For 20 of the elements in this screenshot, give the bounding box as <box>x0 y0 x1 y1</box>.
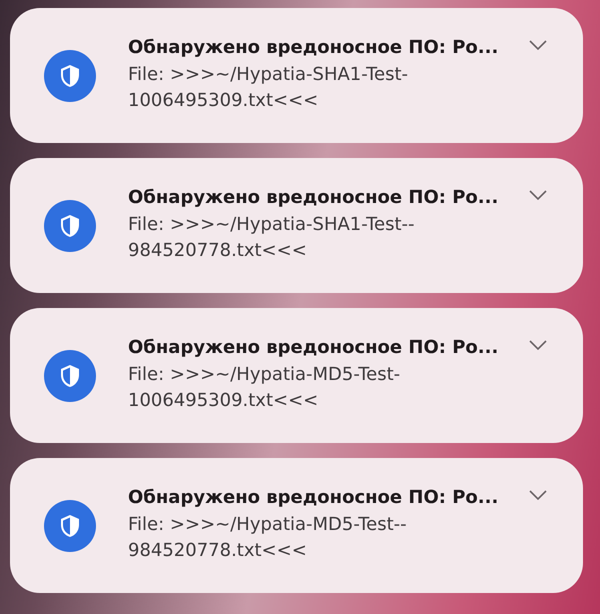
chevron-icon[interactable] <box>529 490 547 500</box>
notification-body: File: >>>~/Hypatia-SHA1-Test- 1006495309.txt<<< <box>128 63 410 113</box>
notification-title: Обнаружено вредоносное ПО: Ро... <box>128 487 500 508</box>
notification-title: Обнаружено вредоносное ПО: Ро... <box>128 337 500 358</box>
shield-icon <box>44 500 96 552</box>
notification-body: File: >>>~/Hypatia-MD5-Test-- 984520778.txt<<< <box>128 513 408 563</box>
chevron-icon[interactable] <box>529 340 547 350</box>
notification-card[interactable]: Обнаружено вредоносное ПО: Ро... File: >>>~/Hypatia-MD5-Test-- 984520778.txt<<< <box>10 458 583 593</box>
notification-title: Обнаружено вредоносное ПО: Ро... <box>128 187 500 208</box>
chevron-icon[interactable] <box>529 190 547 200</box>
shield-icon <box>44 50 96 102</box>
shield-icon <box>44 350 96 402</box>
shield-icon <box>44 200 96 252</box>
notification-title: Обнаружено вредоносное ПО: Ро... <box>128 37 500 58</box>
notification-card[interactable]: Обнаружено вредоносное ПО: Ро... File: >>>~/Hypatia-SHA1-Test-- 984520778.txt<<< <box>10 158 583 293</box>
notification-body: File: >>>~/Hypatia-MD5-Test- 1006495309.txt<<< <box>128 363 402 413</box>
notification-body: File: >>>~/Hypatia-SHA1-Test-- 984520778.txt<<< <box>128 213 416 263</box>
notification-card[interactable]: Обнаружено вредоносное ПО: Ро... File: >>>~/Hypatia-MD5-Test- 1006495309.txt<<< <box>10 308 583 443</box>
chevron-icon[interactable] <box>529 40 547 50</box>
notification-card[interactable]: Обнаружено вредоносное ПО: Ро... File: >>>~/Hypatia-SHA1-Test- 1006495309.txt<<< <box>10 8 583 143</box>
